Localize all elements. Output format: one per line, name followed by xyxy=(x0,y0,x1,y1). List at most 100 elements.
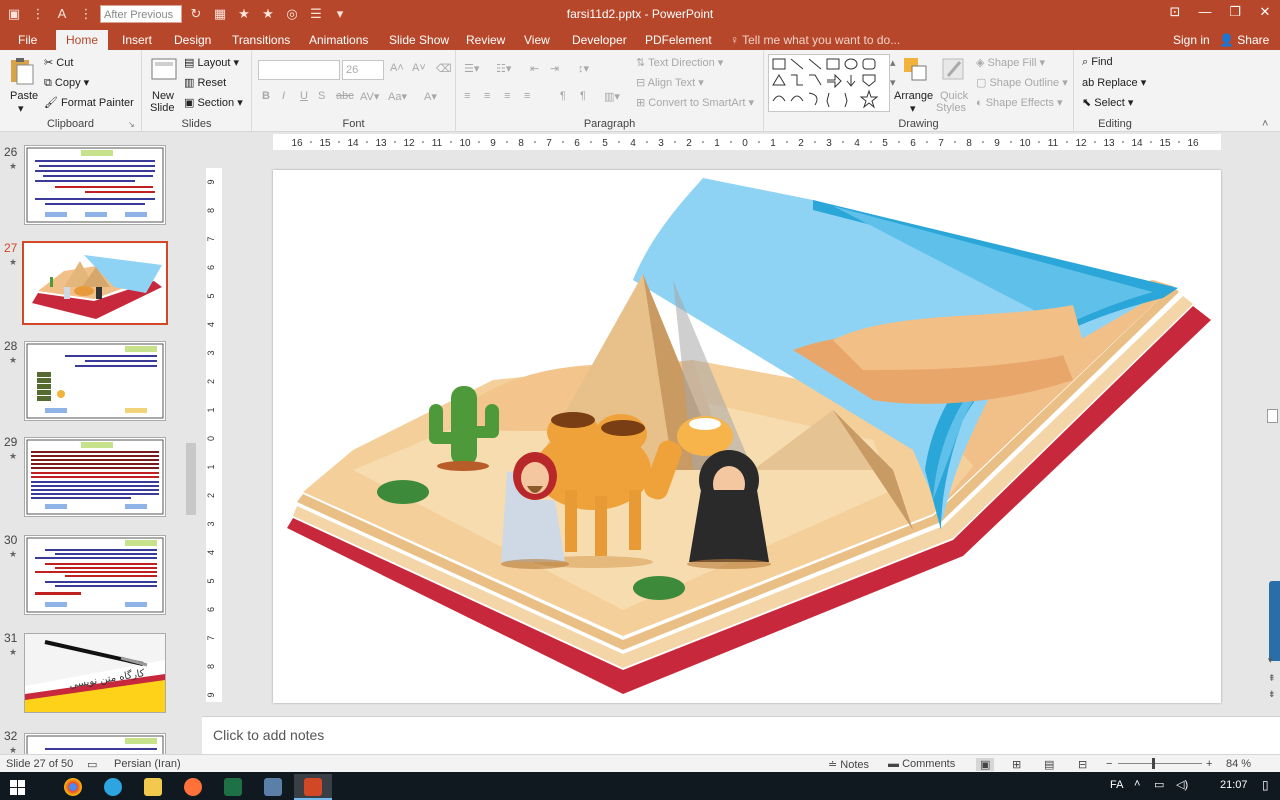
tray-chevron-icon[interactable]: ˄ xyxy=(1134,778,1140,790)
tab-design[interactable]: Design xyxy=(174,30,211,50)
slide-thumbnail-26[interactable] xyxy=(24,145,166,225)
slide-thumbnail-30[interactable] xyxy=(24,535,166,615)
columns-icon[interactable]: ▥▾ xyxy=(604,90,620,103)
slide-thumbnail-31[interactable]: کارگاه متن نویسی xyxy=(24,633,166,713)
network-icon[interactable]: ▭ xyxy=(1154,778,1164,791)
tab-pdfelement[interactable]: PDFelement xyxy=(645,30,712,50)
scrollbar-thumb[interactable] xyxy=(186,443,196,515)
minimize-icon[interactable]: — xyxy=(1190,0,1220,28)
taskbar-telegram[interactable] xyxy=(94,774,132,800)
shrink-font-icon[interactable]: A˅ xyxy=(412,62,426,74)
zoom-slider[interactable] xyxy=(1118,758,1202,769)
font-size-field[interactable]: 26 xyxy=(342,60,384,80)
tab-home[interactable]: Home xyxy=(56,30,109,50)
tab-animations[interactable]: Animations xyxy=(309,30,368,50)
strikethrough-icon[interactable]: abc xyxy=(336,90,354,102)
clear-format-icon[interactable]: ⌫ xyxy=(436,62,452,75)
replace-button[interactable]: ab Replace ▾ xyxy=(1082,76,1146,89)
align-text-button[interactable]: ⊟ Align Text ▾ xyxy=(636,76,704,89)
taskbar-firefox[interactable] xyxy=(174,774,212,800)
close-icon[interactable]: ✕ xyxy=(1250,0,1280,28)
sign-in-link[interactable]: Sign in xyxy=(1173,30,1210,50)
align-right-icon[interactable]: ≡ xyxy=(504,90,510,102)
ltr-icon[interactable]: ¶ xyxy=(560,90,566,102)
restore-icon[interactable]: ❐ xyxy=(1220,0,1250,28)
new-slide-button[interactable]: New Slide xyxy=(146,54,182,114)
rtl-icon[interactable]: ¶ xyxy=(580,90,586,102)
align-left-icon[interactable]: ≡ xyxy=(464,90,470,102)
slide-sorter-icon[interactable]: ⊞ xyxy=(1012,758,1021,771)
collapse-ribbon-icon[interactable]: ˄ xyxy=(1262,118,1268,130)
taskbar-chrome[interactable] xyxy=(54,774,92,800)
cut-button[interactable]: ✂ Cut xyxy=(44,56,73,69)
shape-effects-button[interactable]: ◐ Shape Effects ▾ xyxy=(976,96,1063,109)
pop-up-book-desert-illustration[interactable] xyxy=(273,170,1221,703)
zoom-out-icon[interactable]: − xyxy=(1106,758,1112,770)
taskbar-file-explorer[interactable] xyxy=(134,774,172,800)
shadow-icon[interactable]: S xyxy=(318,90,325,102)
ribbon-display-icon[interactable]: ⊡ xyxy=(1160,0,1190,28)
start-button[interactable] xyxy=(4,774,42,800)
shapes-gallery[interactable] xyxy=(768,54,890,112)
tab-insert[interactable]: Insert xyxy=(122,30,152,50)
increase-indent-icon[interactable]: ⇥ xyxy=(550,62,559,75)
line-spacing-icon[interactable]: ↕▾ xyxy=(578,62,589,75)
spellcheck-icon[interactable]: ▭ xyxy=(87,758,97,771)
select-button[interactable]: ⬉ Select ▾ xyxy=(1082,96,1133,109)
bullets-icon[interactable]: ☰▾ xyxy=(464,62,479,75)
grow-font-icon[interactable]: A˄ xyxy=(390,62,404,74)
align-center-icon[interactable]: ≡ xyxy=(484,90,490,102)
notes-toggle-button[interactable]: ≐ Notes xyxy=(828,758,869,771)
justify-icon[interactable]: ≡ xyxy=(524,90,530,102)
convert-smartart-button[interactable]: ⊞ Convert to SmartArt ▾ xyxy=(636,96,754,109)
section-button[interactable]: ▣ Section ▾ xyxy=(184,96,243,109)
previous-slide-icon[interactable]: ⇞ xyxy=(1268,673,1276,684)
slideshow-view-icon[interactable]: ⊟ xyxy=(1078,758,1087,771)
font-name-field[interactable] xyxy=(258,60,340,80)
tell-me-search[interactable]: ♀ Tell me what you want to do... xyxy=(730,30,900,50)
spacing-icon[interactable]: AV▾ xyxy=(360,90,379,103)
input-language[interactable]: FA xyxy=(1110,779,1123,791)
dialog-launcher-icon[interactable]: ↘ xyxy=(128,120,135,129)
reading-view-icon[interactable]: ▤ xyxy=(1044,758,1054,771)
scrollbar-thumb[interactable] xyxy=(1267,409,1278,423)
normal-view-icon[interactable]: ▣ xyxy=(976,758,995,771)
zoom-slider-thumb[interactable] xyxy=(1152,758,1155,769)
current-slide[interactable] xyxy=(273,170,1221,703)
shape-fill-button[interactable]: ◈ Shape Fill ▾ xyxy=(976,56,1045,69)
reset-button[interactable]: ▥ Reset xyxy=(184,76,226,89)
quick-styles-button[interactable]: Quick Styles xyxy=(936,54,972,114)
taskbar-excel[interactable] xyxy=(214,774,252,800)
zoom-level[interactable]: 84 % xyxy=(1226,758,1251,770)
italic-icon[interactable]: I xyxy=(282,90,285,102)
slide-thumbnail-32[interactable] xyxy=(24,733,166,754)
tab-slide-show[interactable]: Slide Show xyxy=(389,30,449,50)
notifications-icon[interactable]: ▯ xyxy=(1262,778,1269,792)
slide-thumbnail-29[interactable] xyxy=(24,437,166,517)
decrease-indent-icon[interactable]: ⇤ xyxy=(530,62,539,75)
volume-icon[interactable]: ◁) xyxy=(1176,778,1188,791)
comments-toggle-button[interactable]: ▬ Comments xyxy=(888,758,955,770)
find-button[interactable]: ⌕ Find xyxy=(1082,56,1113,69)
change-case-icon[interactable]: Aa▾ xyxy=(388,90,407,103)
tab-view[interactable]: View xyxy=(524,30,550,50)
tab-file[interactable]: File xyxy=(18,30,37,50)
gallery-scroll-icon[interactable]: ▾ xyxy=(890,76,896,89)
bold-icon[interactable]: B xyxy=(262,90,270,102)
layout-button[interactable]: ▤ Layout ▾ xyxy=(184,56,239,69)
tab-review[interactable]: Review xyxy=(466,30,505,50)
arrange-button[interactable]: Arrange ▾ xyxy=(894,54,936,115)
format-painter-button[interactable]: 🖌 Format Painter xyxy=(44,96,134,109)
copy-button[interactable]: ⧉ Copy ▾ xyxy=(44,76,89,90)
gallery-scroll-icon[interactable]: ▴ xyxy=(890,56,896,69)
editor-scrollbar[interactable]: ▾ ⇞ ⇟ xyxy=(1265,133,1280,715)
tab-transitions[interactable]: Transitions xyxy=(232,30,290,50)
font-color-icon[interactable]: A▾ xyxy=(424,90,437,103)
side-panel-tab[interactable] xyxy=(1269,581,1280,661)
tab-developer[interactable]: Developer xyxy=(572,30,627,50)
slide-thumbnail-28[interactable] xyxy=(24,341,166,421)
notes-pane[interactable]: Click to add notes xyxy=(202,716,1280,754)
paste-button[interactable]: Paste ▾ xyxy=(6,54,38,115)
numbering-icon[interactable]: ☷▾ xyxy=(496,62,511,75)
thumbnails-scrollbar[interactable] xyxy=(185,133,197,754)
